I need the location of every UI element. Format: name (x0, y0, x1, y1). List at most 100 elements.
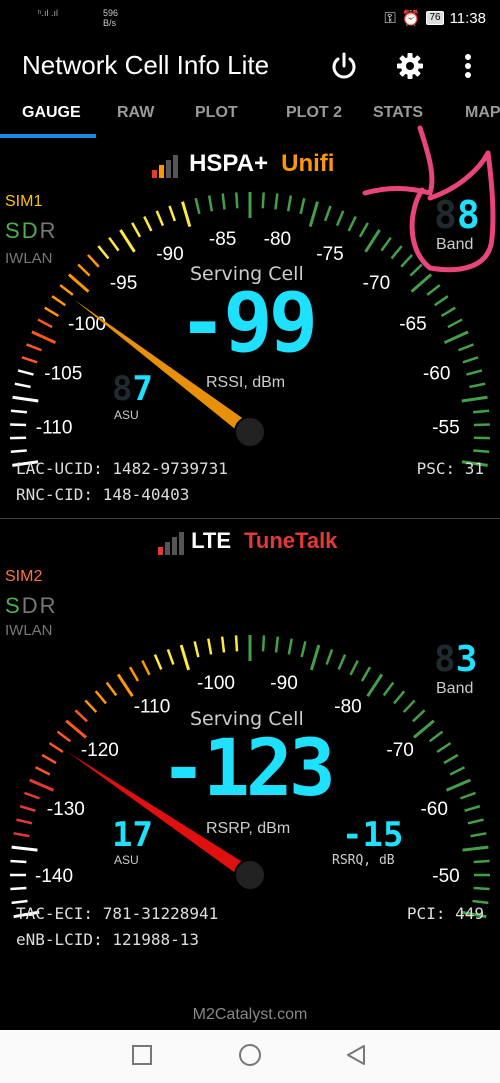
gauge-tick-mark (274, 636, 280, 653)
gauge-tick-mark (412, 709, 426, 723)
status-bar: ʰ.ıl .ıl 596 B/s ⚿ ⏰ 76 11:38 (0, 0, 500, 38)
gauge-tick-mark (309, 644, 321, 671)
gauge-tick-mark (445, 778, 471, 792)
gauge-tick-mark (274, 193, 279, 210)
gauge-tick-mark (443, 753, 459, 765)
gauge-tick-mark (473, 423, 490, 427)
sim1-asu-label: ASU (114, 408, 139, 422)
gauge-tick-mark (462, 845, 489, 852)
sim1-lac-label: LAC-UCID: (16, 459, 103, 478)
network-speed: 596 B/s (103, 8, 118, 28)
gauge-tick-mark (128, 666, 140, 682)
gauge-tick-mark (323, 205, 332, 222)
gauge-tick-mark (116, 673, 134, 698)
gauge-tick-mark (65, 719, 88, 739)
section-divider (0, 518, 500, 519)
gauge-tick-mark (168, 205, 177, 222)
gauge-tick-label: -110 (36, 417, 73, 438)
gauge-tick-mark (447, 318, 463, 329)
gauge-tick-mark (166, 649, 175, 665)
system-nav-bar (0, 1030, 500, 1083)
gauge-tick-mark (34, 766, 51, 776)
gauge-tick-mark (472, 899, 489, 905)
gauge-tick-mark (462, 356, 479, 364)
gauge-tick-mark (349, 659, 359, 676)
sim2-pci-value: 449 (455, 904, 484, 923)
gauge-tick-mark (299, 197, 306, 215)
gauge-tick-mark (325, 649, 334, 665)
network-speed-value: 596 (103, 8, 119, 18)
gauge-tick-mark (464, 804, 481, 812)
sim2-tac-value: 781-31228941 (102, 904, 219, 923)
gauge-tick-label: -90 (156, 244, 183, 265)
home-icon[interactable] (239, 1044, 261, 1066)
sim2-rsrq-label: RSRQ, dB (332, 853, 395, 868)
sim2-asu-label: ASU (114, 853, 139, 867)
gauge-tick-mark (24, 791, 40, 800)
recents-icon[interactable] (132, 1045, 152, 1065)
tab-gauge[interactable]: GAUGE (22, 104, 81, 122)
sim1-lac-value: 1482-9739731 (112, 459, 228, 478)
gauge-tick-mark (286, 195, 293, 212)
gauge-tick-mark (234, 635, 239, 652)
gauge-tick-mark (193, 641, 200, 658)
gauge-tick-mark (41, 753, 57, 765)
sim2-tech: LTE (191, 528, 232, 553)
gauge-tick-mark (105, 681, 118, 697)
sim1-asu-digit: 7 (132, 369, 153, 409)
gauge-tick-mark (12, 395, 39, 403)
gauge-tick-mark (440, 306, 456, 318)
gauge-tick-mark (335, 210, 345, 227)
network-speed-unit: B/s (103, 18, 117, 28)
sim2-rsrp-label: RSRP, dBm (206, 820, 291, 837)
back-icon[interactable] (344, 1043, 368, 1067)
sim1-sdr-d: D (21, 218, 40, 243)
gauge-tick-label: -80 (334, 696, 361, 717)
gauge-tick-mark (221, 193, 226, 210)
gauge-tick-label: -70 (386, 740, 413, 761)
gauge-tick-mark (300, 641, 307, 658)
tab-raw[interactable]: RAW (117, 104, 154, 122)
sim2-operator: TuneTalk (244, 528, 338, 553)
gauge-tick-mark (19, 804, 36, 812)
gauge-tick-mark (26, 343, 42, 352)
gauge-needle-hub (234, 416, 266, 448)
sim2-enb-value: 121988-13 (112, 930, 200, 949)
status-right: ⚿ ⏰ 76 11:38 (384, 9, 486, 28)
gauge-tick-mark (287, 638, 293, 655)
more-vertical-icon[interactable] (456, 50, 480, 82)
gauge-tick-label: -85 (209, 229, 236, 250)
gauge-tick-mark (460, 791, 476, 800)
sim2-tac-eci: TAC-ECI: 781-31228941 (16, 904, 218, 923)
gauge-tick-mark (428, 730, 444, 743)
sim1-tech: HSPA+ (189, 150, 269, 177)
gauge-tick-mark (412, 719, 435, 739)
power-icon[interactable] (328, 50, 360, 82)
gauge-tick-label: -75 (316, 244, 343, 265)
tab-plot[interactable]: PLOT (195, 104, 238, 122)
gauge-tick-label: -80 (264, 229, 291, 250)
gauge-tick-mark (87, 254, 100, 268)
sim1-asu-value: 87 (112, 369, 153, 409)
key-icon: ⚿ (384, 9, 396, 27)
gauge-tick-label: -90 (270, 673, 297, 694)
tab-plot-2[interactable]: PLOT 2 (286, 104, 342, 122)
sim1-rnc-value: 148-40403 (102, 485, 190, 504)
sim2-rsrp-value: -123 (160, 724, 336, 814)
gauge-tick-mark (235, 192, 239, 209)
sim1-psc: PSC: 31 (417, 459, 484, 478)
gauge-tick-mark (393, 690, 406, 705)
gauge-tick-mark (179, 644, 191, 671)
gauge-tick-label: -140 (35, 866, 73, 887)
sim2-enb-lcid: eNB-LCID: 121988-13 (16, 930, 199, 949)
gauge-tick-mark (261, 192, 265, 209)
sim2-sdr-d: D (21, 593, 40, 618)
sim1-sdr: SDR (5, 218, 57, 244)
battery-indicator: 76 (426, 11, 444, 25)
gauge-tick-mark (141, 659, 151, 676)
gauge-tick-mark (77, 263, 91, 277)
gauge-tick-mark (458, 343, 474, 352)
gear-icon[interactable] (394, 50, 426, 82)
gauge-tick-mark (51, 295, 67, 307)
gauge-tick-mark (467, 818, 484, 825)
